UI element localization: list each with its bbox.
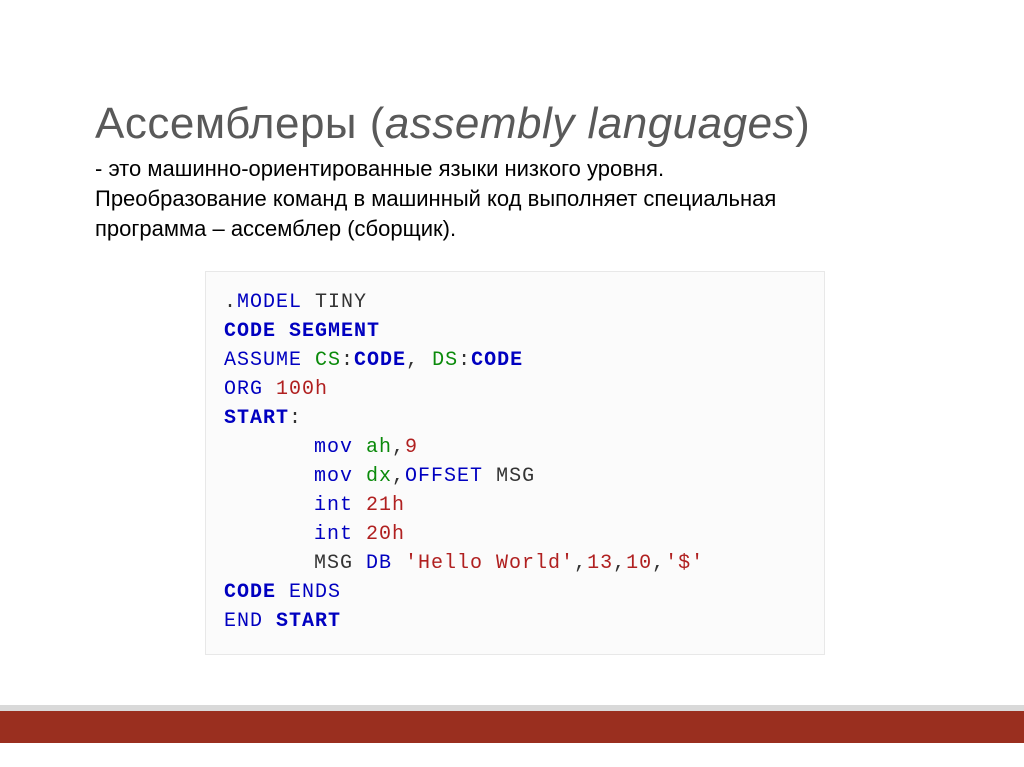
code-int2: int (314, 523, 353, 546)
code-colon1: : (341, 349, 354, 372)
code-ds: DS (419, 349, 458, 372)
slide-content: Ассемблеры (assembly languages) - это ма… (0, 0, 1024, 767)
title-main: Ассемблеры (95, 99, 370, 148)
code-msg-ref: MSG (483, 465, 535, 488)
code-dx: dx (353, 465, 392, 488)
code-mov2: mov (314, 465, 353, 488)
footer-accent-bar (0, 711, 1024, 743)
code-start-label: START (224, 407, 289, 430)
code-ends: ENDS (276, 581, 341, 604)
title-latin: assembly languages (385, 99, 795, 148)
code-dot: . (224, 291, 237, 314)
code-tiny: TINY (302, 291, 367, 314)
code-comma1: , (406, 349, 419, 372)
code-colon2: : (458, 349, 471, 372)
code-9: 9 (405, 436, 418, 459)
code-assume: ASSUME (224, 349, 302, 372)
code-comma5: , (613, 552, 626, 575)
code-code-ref2: CODE (471, 349, 523, 372)
code-comma4: , (574, 552, 587, 575)
code-db: DB (366, 552, 392, 575)
code-100h: 100h (263, 378, 328, 401)
code-cs: CS (302, 349, 341, 372)
code-msg-label: MSG (314, 552, 366, 575)
code-code-end: CODE (224, 581, 276, 604)
code-comma6: , (652, 552, 665, 575)
code-hello-string: 'Hello World' (392, 552, 574, 575)
slide-subtitle: - это машинно-ориентированные языки низк… (95, 154, 825, 243)
code-code1: CODE (224, 320, 276, 343)
slide-title: Ассемблеры (assembly languages) (95, 100, 954, 148)
code-10: 10 (626, 552, 652, 575)
code-13: 13 (587, 552, 613, 575)
code-start-colon: : (289, 407, 302, 430)
code-block: .MODEL TINY CODE SEGMENT ASSUME CS:CODE,… (205, 271, 825, 655)
code-dollar: '$' (665, 552, 704, 575)
title-paren-open: ( (370, 99, 385, 148)
code-model: MODEL (237, 291, 302, 314)
code-end-start: START (263, 610, 341, 633)
code-21h: 21h (353, 494, 405, 517)
code-code-ref1: CODE (354, 349, 406, 372)
code-mov1: mov (314, 436, 353, 459)
code-int1: int (314, 494, 353, 517)
code-comma2: , (392, 436, 405, 459)
code-comma3: , (392, 465, 405, 488)
code-ah: ah (353, 436, 392, 459)
code-org: ORG (224, 378, 263, 401)
title-paren-close: ) (795, 99, 810, 148)
code-end: END (224, 610, 263, 633)
code-20h: 20h (353, 523, 405, 546)
code-segment: SEGMENT (276, 320, 380, 343)
code-offset: OFFSET (405, 465, 483, 488)
